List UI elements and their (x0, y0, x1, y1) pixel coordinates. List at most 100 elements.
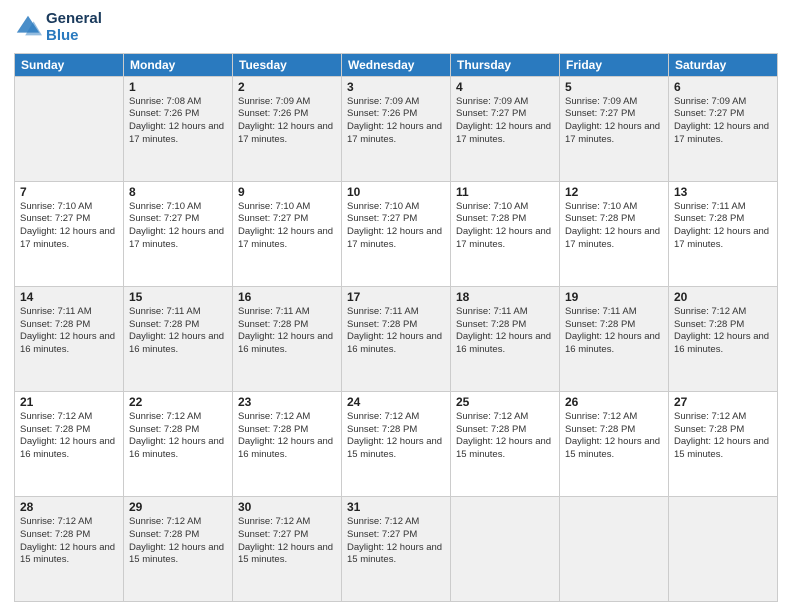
day-number: 25 (456, 395, 554, 409)
day-info: Sunrise: 7:10 AMSunset: 7:27 PMDaylight:… (347, 201, 445, 252)
day-cell: 21 Sunrise: 7:12 AMSunset: 7:28 PMDayligh… (15, 391, 124, 496)
day-cell: 7 Sunrise: 7:10 AMSunset: 7:27 PMDaylight… (15, 181, 124, 286)
day-info: Sunrise: 7:12 AMSunset: 7:28 PMDaylight:… (20, 516, 118, 567)
day-cell: 9Sunrise: 7:10 AMSunset: 7:27 PMDaylight… (233, 181, 342, 286)
day-cell: 31Sunrise: 7:12 AMSunset: 7:27 PMDayligh… (342, 496, 451, 601)
day-number: 10 (347, 185, 445, 199)
day-cell: 27 Sunrise: 7:12 AMSunset: 7:28 PMDayligh… (669, 391, 778, 496)
day-number: 23 (238, 395, 336, 409)
day-info: Sunrise: 7:08 AMSunset: 7:26 PMDaylight:… (129, 96, 227, 147)
week-row-5: 28 Sunrise: 7:12 AMSunset: 7:28 PMDayligh… (15, 496, 778, 601)
week-row-2: 7 Sunrise: 7:10 AMSunset: 7:27 PMDaylight… (15, 181, 778, 286)
day-info: Sunrise: 7:12 AMSunset: 7:28 PMDaylight:… (129, 516, 227, 567)
day-info: Sunrise: 7:11 AMSunset: 7:28 PMDaylight:… (456, 306, 554, 357)
day-number: 2 (238, 80, 336, 94)
day-cell: 30Sunrise: 7:12 AMSunset: 7:27 PMDayligh… (233, 496, 342, 601)
day-number: 13 (674, 185, 772, 199)
day-info: Sunrise: 7:09 AMSunset: 7:27 PMDaylight:… (674, 96, 772, 147)
day-cell: 2 Sunrise: 7:09 AMSunset: 7:26 PMDaylight… (233, 76, 342, 181)
day-info: Sunrise: 7:11 AMSunset: 7:28 PMDaylight:… (347, 306, 445, 357)
day-cell: 29 Sunrise: 7:12 AMSunset: 7:28 PMDayligh… (124, 496, 233, 601)
week-row-4: 21 Sunrise: 7:12 AMSunset: 7:28 PMDayligh… (15, 391, 778, 496)
day-number: 28 (20, 500, 118, 514)
day-info: Sunrise: 7:09 AMSunset: 7:27 PMDaylight:… (456, 96, 554, 147)
day-info: Sunrise: 7:12 AMSunset: 7:28 PMDaylight:… (20, 411, 118, 462)
day-info: Sunrise: 7:12 AMSunset: 7:28 PMDaylight:… (129, 411, 227, 462)
day-number: 8 (129, 185, 227, 199)
day-number: 16 (238, 290, 336, 304)
day-cell: 18 Sunrise: 7:11 AMSunset: 7:28 PMDayligh… (451, 286, 560, 391)
day-number: 29 (129, 500, 227, 514)
page: General Blue SundayMondayTuesdayWednesda… (0, 0, 792, 612)
day-info: Sunrise: 7:12 AMSunset: 7:28 PMDaylight:… (347, 411, 445, 462)
col-header-wednesday: Wednesday (342, 53, 451, 76)
day-info: Sunrise: 7:11 AMSunset: 7:28 PMDaylight:… (20, 306, 118, 357)
col-header-sunday: Sunday (15, 53, 124, 76)
day-cell: 16 Sunrise: 7:11 AMSunset: 7:28 PMDayligh… (233, 286, 342, 391)
day-number: 26 (565, 395, 663, 409)
day-info: Sunrise: 7:09 AMSunset: 7:27 PMDaylight:… (565, 96, 663, 147)
day-cell: 13Sunrise: 7:11 AMSunset: 7:28 PMDayligh… (669, 181, 778, 286)
day-info: Sunrise: 7:12 AMSunset: 7:27 PMDaylight:… (347, 516, 445, 567)
day-number: 3 (347, 80, 445, 94)
day-info: Sunrise: 7:11 AMSunset: 7:28 PMDaylight:… (565, 306, 663, 357)
day-info: Sunrise: 7:10 AMSunset: 7:28 PMDaylight:… (565, 201, 663, 252)
day-number: 4 (456, 80, 554, 94)
day-cell (451, 496, 560, 601)
week-row-1: 1 Sunrise: 7:08 AMSunset: 7:26 PMDaylight… (15, 76, 778, 181)
week-row-3: 14 Sunrise: 7:11 AMSunset: 7:28 PMDayligh… (15, 286, 778, 391)
calendar-header-row: SundayMondayTuesdayWednesdayThursdayFrid… (15, 53, 778, 76)
day-cell: 11Sunrise: 7:10 AMSunset: 7:28 PMDayligh… (451, 181, 560, 286)
day-number: 7 (20, 185, 118, 199)
day-number: 6 (674, 80, 772, 94)
day-cell (560, 496, 669, 601)
day-number: 17 (347, 290, 445, 304)
day-info: Sunrise: 7:12 AMSunset: 7:28 PMDaylight:… (565, 411, 663, 462)
day-info: Sunrise: 7:10 AMSunset: 7:28 PMDaylight:… (456, 201, 554, 252)
day-cell: 15Sunrise: 7:11 AMSunset: 7:28 PMDayligh… (124, 286, 233, 391)
day-cell: 22 Sunrise: 7:12 AMSunset: 7:28 PMDayligh… (124, 391, 233, 496)
day-cell (669, 496, 778, 601)
day-cell: 6 Sunrise: 7:09 AMSunset: 7:27 PMDaylight… (669, 76, 778, 181)
day-info: Sunrise: 7:09 AMSunset: 7:26 PMDaylight:… (238, 96, 336, 147)
day-cell: 14 Sunrise: 7:11 AMSunset: 7:28 PMDayligh… (15, 286, 124, 391)
day-cell: 1 Sunrise: 7:08 AMSunset: 7:26 PMDaylight… (124, 76, 233, 181)
day-cell: 12 Sunrise: 7:10 AMSunset: 7:28 PMDayligh… (560, 181, 669, 286)
day-cell: 19 Sunrise: 7:11 AMSunset: 7:28 PMDayligh… (560, 286, 669, 391)
day-number: 19 (565, 290, 663, 304)
day-cell: 25 Sunrise: 7:12 AMSunset: 7:28 PMDayligh… (451, 391, 560, 496)
day-info: Sunrise: 7:12 AMSunset: 7:28 PMDaylight:… (674, 411, 772, 462)
day-info: Sunrise: 7:11 AMSunset: 7:28 PMDaylight:… (238, 306, 336, 357)
day-number: 15 (129, 290, 227, 304)
col-header-saturday: Saturday (669, 53, 778, 76)
day-number: 14 (20, 290, 118, 304)
calendar-table: SundayMondayTuesdayWednesdayThursdayFrid… (14, 53, 778, 603)
day-cell: 5 Sunrise: 7:09 AMSunset: 7:27 PMDaylight… (560, 76, 669, 181)
day-number: 12 (565, 185, 663, 199)
logo-text: General Blue (46, 10, 102, 45)
day-cell: 24Sunrise: 7:12 AMSunset: 7:28 PMDayligh… (342, 391, 451, 496)
day-number: 27 (674, 395, 772, 409)
day-cell: 3 Sunrise: 7:09 AMSunset: 7:26 PMDaylight… (342, 76, 451, 181)
day-info: Sunrise: 7:10 AMSunset: 7:27 PMDaylight:… (20, 201, 118, 252)
day-number: 1 (129, 80, 227, 94)
day-info: Sunrise: 7:12 AMSunset: 7:27 PMDaylight:… (238, 516, 336, 567)
day-cell (15, 76, 124, 181)
day-info: Sunrise: 7:09 AMSunset: 7:26 PMDaylight:… (347, 96, 445, 147)
day-info: Sunrise: 7:12 AMSunset: 7:28 PMDaylight:… (238, 411, 336, 462)
day-number: 21 (20, 395, 118, 409)
col-header-thursday: Thursday (451, 53, 560, 76)
day-cell: 10 Sunrise: 7:10 AMSunset: 7:27 PMDayligh… (342, 181, 451, 286)
day-number: 22 (129, 395, 227, 409)
day-info: Sunrise: 7:10 AMSunset: 7:27 PMDaylight:… (238, 201, 336, 252)
day-cell: 20Sunrise: 7:12 AMSunset: 7:28 PMDayligh… (669, 286, 778, 391)
day-cell: 17 Sunrise: 7:11 AMSunset: 7:28 PMDayligh… (342, 286, 451, 391)
day-number: 18 (456, 290, 554, 304)
day-cell: 23 Sunrise: 7:12 AMSunset: 7:28 PMDayligh… (233, 391, 342, 496)
day-cell: 4 Sunrise: 7:09 AMSunset: 7:27 PMDaylight… (451, 76, 560, 181)
day-number: 5 (565, 80, 663, 94)
header: General Blue (14, 10, 778, 45)
logo-icon (14, 13, 42, 41)
day-info: Sunrise: 7:12 AMSunset: 7:28 PMDaylight:… (456, 411, 554, 462)
col-header-tuesday: Tuesday (233, 53, 342, 76)
